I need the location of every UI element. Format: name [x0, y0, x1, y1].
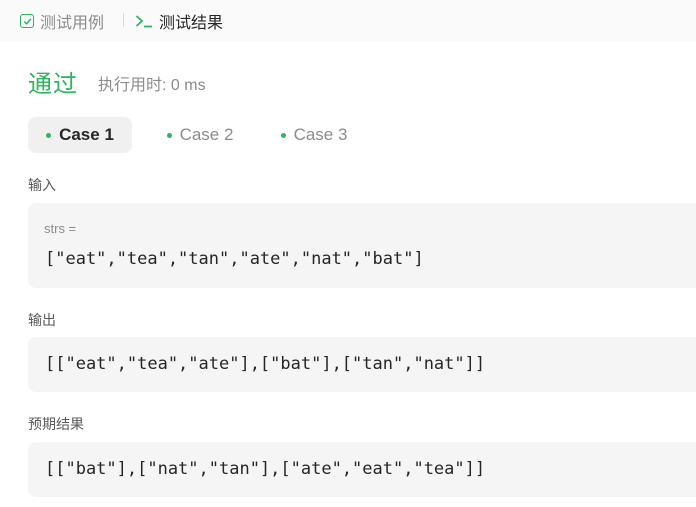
case-status-dot-icon — [280, 132, 286, 138]
tab-test-result[interactable]: 测试结果 — [135, 9, 223, 33]
input-value: ["eat","tea","tan","ate","nat","bat"] — [45, 249, 424, 269]
expected-value: [["bat"],["nat","tan"],["ate","eat","tea… — [45, 459, 486, 479]
result-panel-tabbar: 测试用例 测试结果 — [0, 0, 696, 42]
tab-divider — [123, 13, 124, 27]
tab-test-cases[interactable]: 测试用例 — [20, 9, 104, 33]
case-status-dot-icon — [166, 132, 172, 138]
input-label: 输入 — [28, 177, 56, 193]
tab-test-result-label: 测试结果 — [159, 15, 224, 32]
runtime-text: 执行用时: 0 ms — [98, 77, 206, 94]
terminal-icon — [135, 13, 153, 29]
output-label: 输出 — [28, 312, 56, 328]
input-box: strs = ["eat","tea","tan","ate","nat","b… — [28, 203, 696, 288]
case-status-dot-icon — [46, 132, 52, 138]
checkbox-icon — [20, 14, 34, 28]
case-tab-label: Case 2 — [179, 125, 234, 144]
input-var-name: strs = — [44, 221, 77, 236]
case-tab-2[interactable]: Case 2 — [148, 117, 252, 153]
case-tab-1[interactable]: Case 1 — [28, 117, 132, 153]
case-tab-3[interactable]: Case 3 — [262, 117, 366, 153]
result-status: 通过 — [28, 71, 78, 98]
tab-test-cases-label: 测试用例 — [40, 15, 105, 32]
expected-label: 预期结果 — [28, 416, 84, 432]
case-tab-label: Case 1 — [59, 125, 114, 144]
output-box: [["eat","tea","ate"],["bat"],["tan","nat… — [28, 337, 696, 392]
expected-box: [["bat"],["nat","tan"],["ate","eat","tea… — [28, 442, 696, 497]
output-value: [["eat","tea","ate"],["bat"],["tan","nat… — [45, 354, 486, 374]
case-tab-label: Case 3 — [293, 125, 348, 144]
